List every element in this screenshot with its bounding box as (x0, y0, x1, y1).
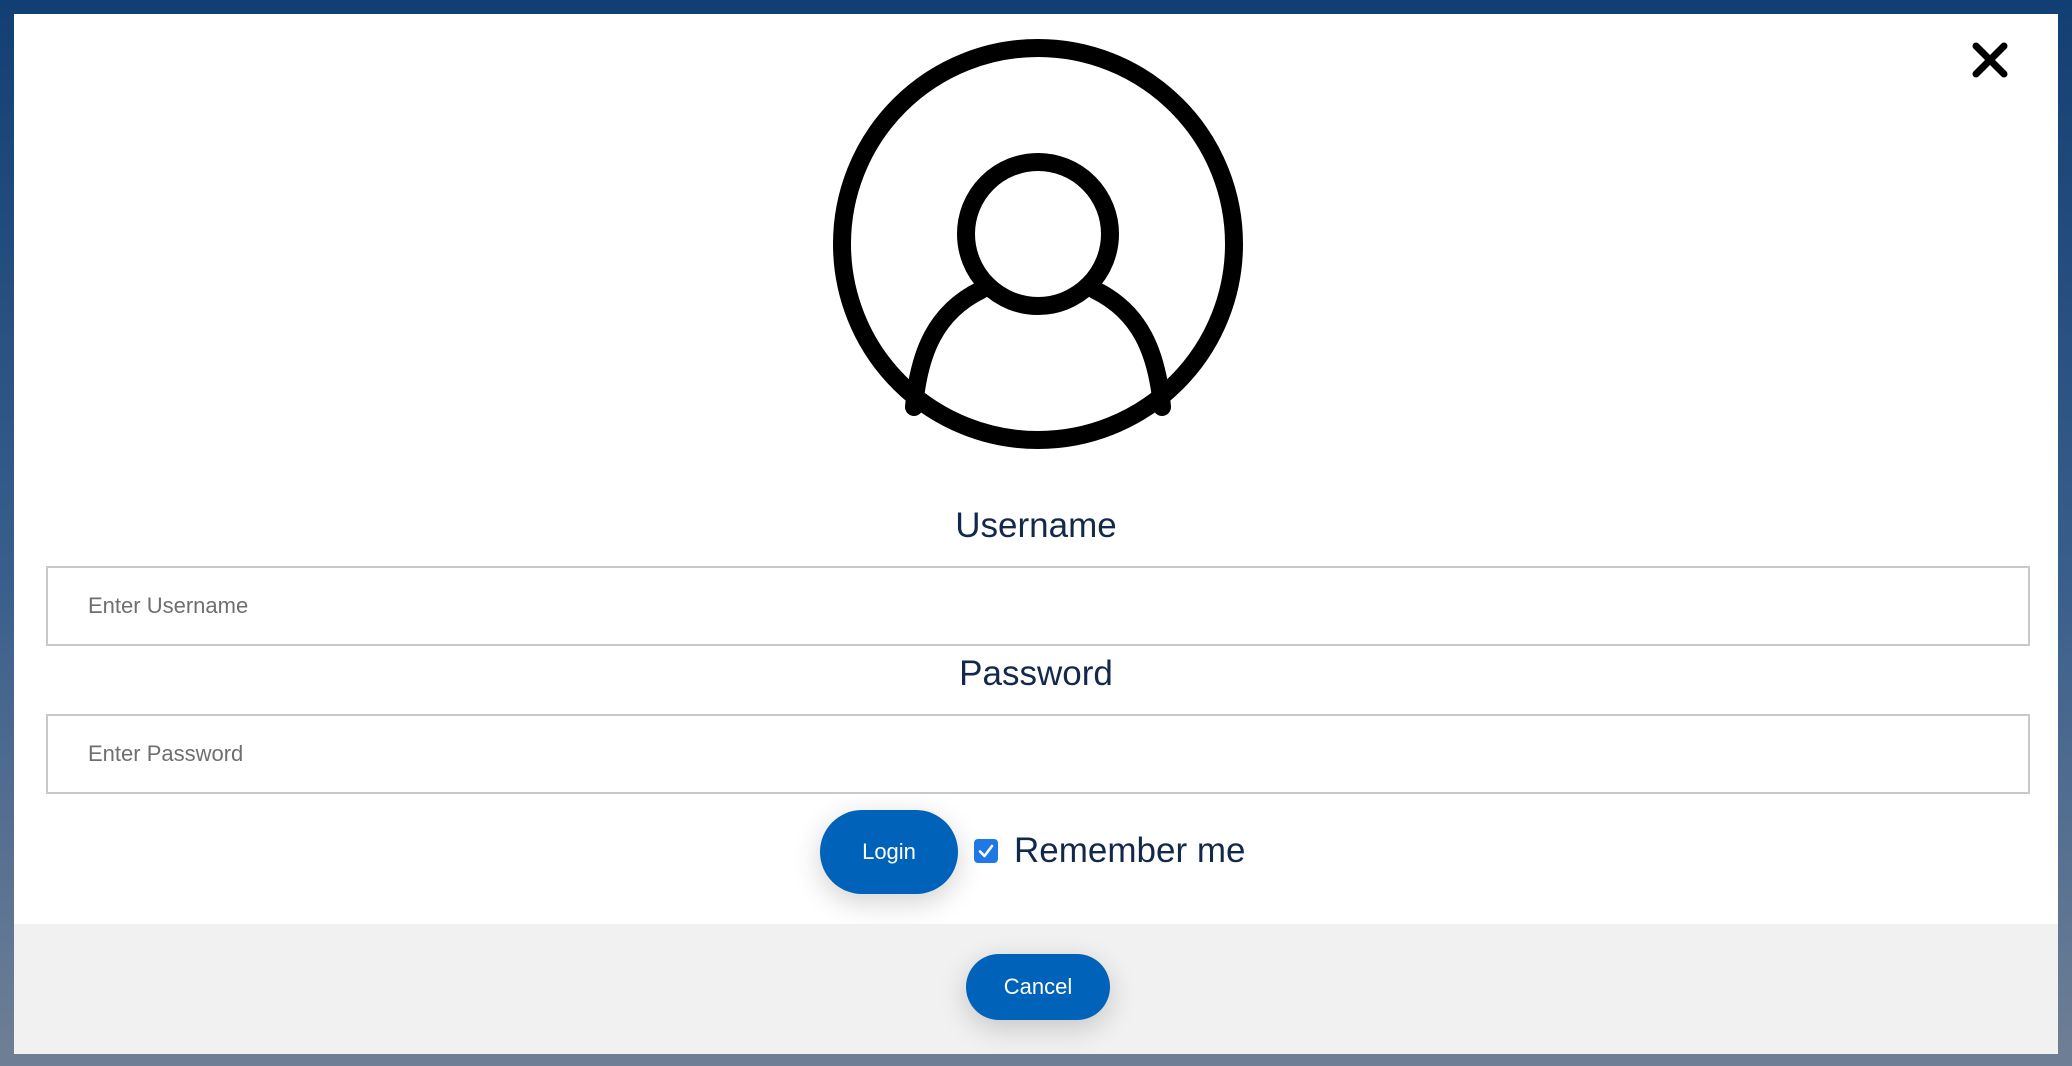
cancel-button[interactable]: Cancel (966, 954, 1110, 1020)
close-button[interactable] (1960, 30, 2020, 90)
password-label: Password (959, 654, 1113, 693)
modal-footer: Cancel (14, 924, 2058, 1054)
password-input[interactable] (46, 714, 2030, 794)
remember-checkbox[interactable] (974, 839, 998, 863)
login-button[interactable]: Login (820, 810, 958, 894)
username-label: Username (955, 506, 1117, 545)
login-modal: Username Password Login Remember me Canc… (14, 14, 2058, 1054)
user-avatar-icon (833, 39, 1243, 449)
checkmark-icon (978, 844, 994, 858)
remember-me: Remember me (974, 829, 1245, 873)
username-input[interactable] (46, 566, 2030, 646)
remember-label: Remember me (1014, 831, 1246, 870)
close-icon (1972, 42, 2008, 78)
